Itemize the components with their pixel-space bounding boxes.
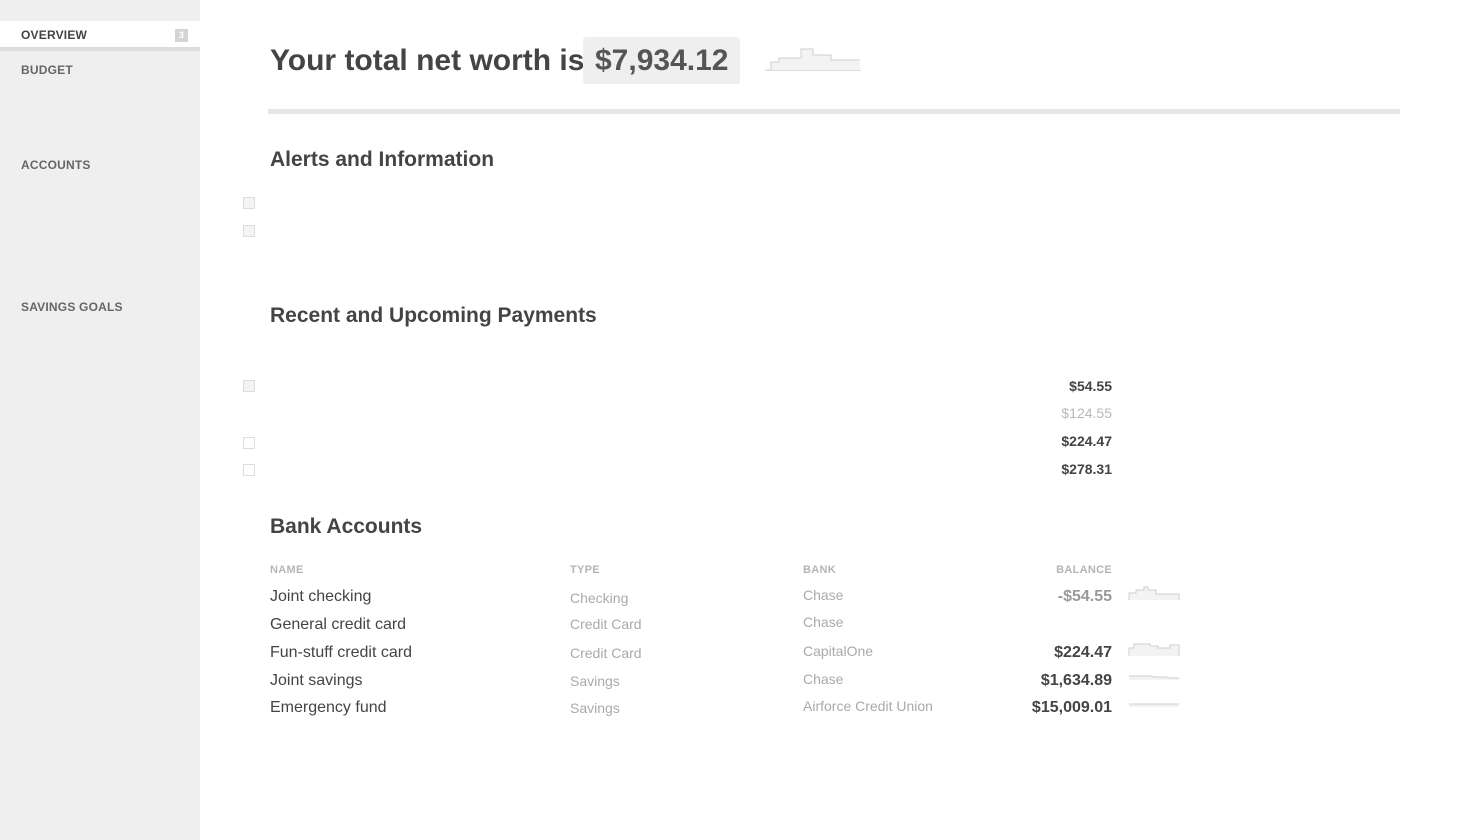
payment-checkbox[interactable] (243, 380, 255, 392)
account-balance: $15,009.01 (1031, 699, 1112, 716)
account-name: Joint savings (270, 672, 363, 689)
account-bank: Chase (803, 671, 844, 687)
alerts-section-title: Alerts and Information (270, 148, 495, 171)
main-content: Your total net worth is $7,934.12 Alerts… (200, 0, 1460, 840)
sidebar-item-savings-goals[interactable]: SAVINGS GOALS (0, 293, 200, 321)
column-header-balance: BALANCE (1056, 564, 1112, 576)
payment-checkbox[interactable] (243, 464, 255, 476)
account-sparkline (1129, 703, 1179, 707)
account-sparkline (1128, 643, 1180, 656)
column-header-bank: BANK (803, 564, 836, 576)
sidebar: OVERVIEW 3 BUDGET ACCOUNTS SAVINGS GOALS (0, 0, 200, 840)
notification-badge: 3 (175, 29, 188, 42)
table-row[interactable]: Joint savings Savings Chase $1,634.89 (200, 671, 1460, 696)
account-sparkline (1128, 586, 1180, 600)
account-type: Savings (570, 673, 620, 689)
sidebar-item-label: ACCOUNTS (21, 158, 91, 172)
payment-amount: $124.55 (1061, 405, 1112, 421)
account-balance: -$54.55 (1057, 588, 1112, 605)
sidebar-item-overview[interactable]: OVERVIEW 3 (0, 21, 200, 51)
account-bank: CapitalOne (803, 643, 874, 659)
account-bank: Chase (803, 614, 844, 630)
bank-accounts-section-title: Bank Accounts (270, 515, 423, 538)
networth-value: $7,934.12 (583, 37, 741, 84)
table-row[interactable]: Fun-stuff credit card Credit Card Capita… (200, 643, 1460, 668)
payment-amount: $224.47 (1061, 433, 1112, 449)
payment-amount: $54.55 (1069, 378, 1112, 394)
sidebar-item-label: SAVINGS GOALS (21, 300, 123, 314)
section-divider (268, 109, 1400, 114)
sidebar-item-budget[interactable]: BUDGET (0, 56, 200, 84)
account-sparkline (1129, 675, 1179, 680)
column-header-name: NAME (270, 564, 304, 576)
account-bank: Airforce Credit Union (803, 698, 933, 714)
alert-checkbox[interactable] (243, 197, 255, 209)
account-name: Fun-stuff credit card (270, 644, 412, 661)
account-name: Joint checking (270, 588, 372, 605)
sidebar-item-accounts[interactable]: ACCOUNTS (0, 151, 200, 179)
account-balance: $1,634.89 (1040, 672, 1112, 689)
account-type: Credit Card (570, 616, 642, 632)
account-type: Savings (570, 700, 620, 716)
payment-checkbox[interactable] (243, 437, 255, 449)
account-balance: $224.47 (1054, 644, 1112, 661)
networth-sparkline (765, 48, 861, 71)
table-row[interactable]: Joint checking Checking Chase -$54.55 (200, 586, 1460, 612)
alert-checkbox[interactable] (243, 225, 255, 237)
table-row[interactable]: General credit card Credit Card Chase (200, 614, 1460, 640)
payment-amount: $278.31 (1061, 461, 1112, 477)
account-bank: Chase (803, 587, 844, 603)
account-name: General credit card (270, 616, 407, 633)
account-name: Emergency fund (270, 699, 387, 716)
sidebar-item-label: BUDGET (21, 63, 73, 77)
column-header-type: TYPE (570, 564, 600, 576)
sidebar-item-label: OVERVIEW (21, 28, 88, 42)
table-row[interactable]: Emergency fund Savings Airforce Credit U… (200, 698, 1460, 723)
payments-section-title: Recent and Upcoming Payments (270, 304, 597, 327)
account-type: Credit Card (570, 645, 642, 661)
networth-title: Your total net worth is (270, 44, 585, 77)
account-type: Checking (570, 590, 629, 606)
